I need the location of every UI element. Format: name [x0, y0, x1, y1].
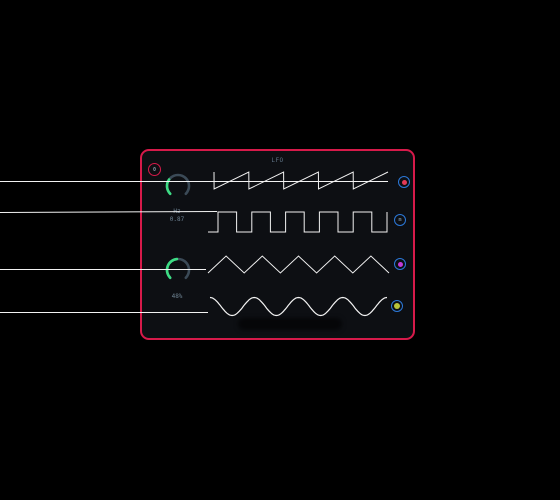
triangle-waveform	[207, 255, 390, 274]
waveform-display	[207, 171, 390, 317]
sawtooth-waveform	[213, 171, 389, 190]
patch-canvas[interactable]: LFO 0 m Hz 0.87 48%	[0, 0, 560, 500]
sine-waveform	[209, 296, 388, 317]
lfo-module[interactable]: LFO 0 m Hz 0.87 48%	[140, 149, 415, 340]
square-waveform	[208, 211, 388, 233]
